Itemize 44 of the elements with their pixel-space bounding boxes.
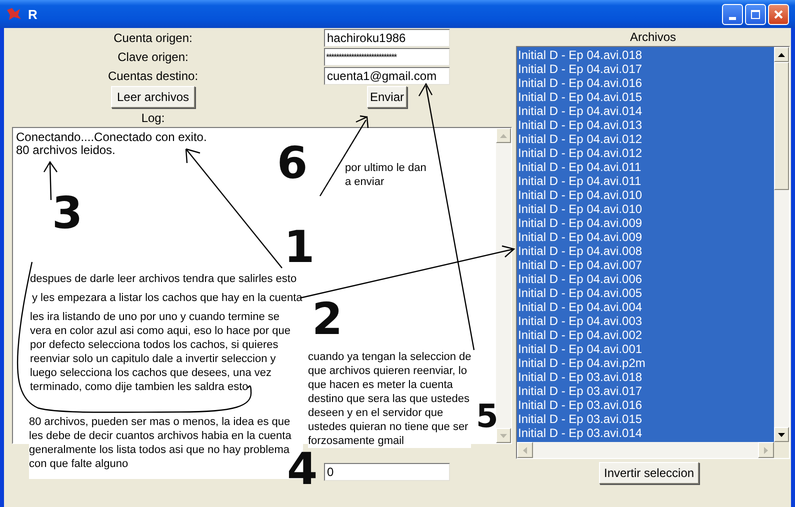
scrollbar[interactable] bbox=[774, 47, 789, 442]
handwritten-number: 1 bbox=[284, 224, 315, 272]
left-arrow-icon bbox=[523, 446, 527, 454]
up-arrow-icon bbox=[500, 134, 507, 138]
scroll-thumb[interactable] bbox=[774, 62, 789, 190]
scroll-left-button[interactable] bbox=[517, 442, 533, 458]
file-list[interactable] bbox=[516, 46, 790, 459]
down-arrow-icon bbox=[778, 432, 785, 436]
handwritten-number: 5 bbox=[476, 398, 498, 434]
close-button[interactable] bbox=[768, 4, 789, 24]
handwritten-number: 3 bbox=[52, 190, 83, 238]
field-label: Clave origen: bbox=[116, 49, 190, 66]
down-arrow-icon bbox=[500, 434, 507, 438]
read-files-button[interactable]: Leer archivos bbox=[110, 86, 196, 108]
scroll-down-button[interactable] bbox=[774, 427, 789, 442]
up-arrow-icon bbox=[778, 52, 785, 56]
minimize-button[interactable] bbox=[722, 4, 743, 24]
input-field[interactable]: cuenta1@gmail.com bbox=[324, 67, 450, 85]
app-icon bbox=[6, 7, 22, 21]
input-field[interactable]: 0 bbox=[324, 463, 450, 481]
scrollbar[interactable] bbox=[517, 442, 774, 458]
annotation-note: y les empezara a listar los cachos que hay en la cuenta bbox=[32, 291, 302, 305]
send-button[interactable]: Enviar bbox=[367, 86, 407, 108]
annotation-note: despues de darle leer archivos tendra que salirles esto bbox=[30, 272, 297, 286]
field-label: Cuentas destino: bbox=[106, 68, 200, 85]
maximize-button[interactable] bbox=[745, 4, 766, 24]
maximize-icon bbox=[751, 10, 760, 18]
log-line: 80 archivos leidos. bbox=[16, 144, 116, 157]
invert-selection-button[interactable]: Invertir seleccion bbox=[599, 462, 700, 484]
window-title: R bbox=[28, 6, 38, 22]
annotation-note: les ira listando de uno por uno y cuando termine se vera en color azul asi como aqui, eso lo hace por que por defecto selecciona todos los cachos, si quieres reenviar solo un capitulo dale a invertir seleccion y luego selecciona los cachos que desees, una vez terminado, como dije tambien les saldra esto bbox=[30, 310, 290, 394]
handwritten-number: 2 bbox=[312, 296, 343, 344]
scroll-up-button[interactable] bbox=[774, 47, 789, 62]
log-line: Conectando....Conectado con exito. bbox=[16, 131, 208, 144]
close-icon bbox=[774, 10, 783, 18]
minimize-icon bbox=[729, 16, 736, 20]
input-field[interactable]: hachiroku1986 bbox=[324, 29, 450, 47]
list-label: Archivos bbox=[628, 29, 677, 46]
right-arrow-icon bbox=[764, 446, 768, 454]
annotation-note: cuando ya tengan la seleccion de que archivos quieren reenviar, lo que hacen es meter la cuenta destino que sera las que ustedes deseen y en el servidor que ustedes quieran no tiene que ser forzosamente gmail bbox=[308, 350, 472, 448]
log-label: Log: bbox=[140, 110, 166, 126]
handwritten-number: 6 bbox=[277, 140, 308, 188]
field-label: Cuenta origen: bbox=[112, 30, 194, 47]
input-field[interactable]: **************************** bbox=[324, 48, 450, 66]
